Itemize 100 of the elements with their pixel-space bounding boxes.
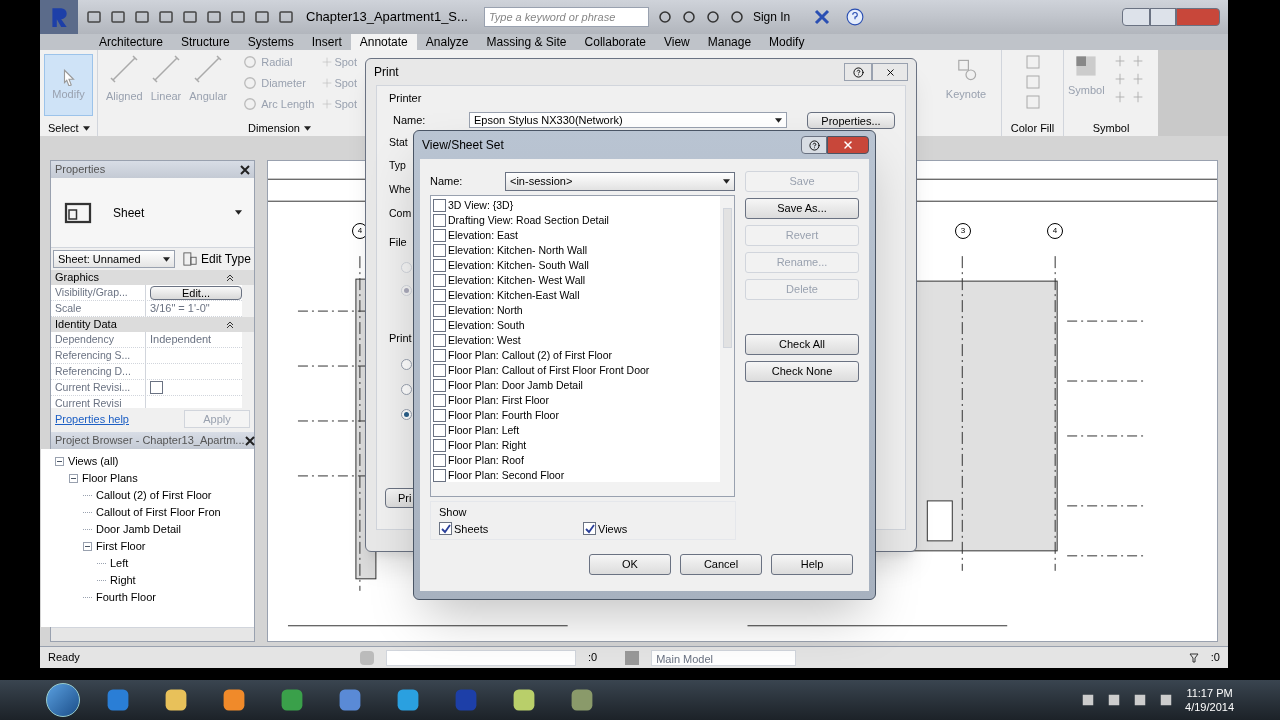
edit-button[interactable]: Edit... — [150, 285, 242, 300]
model-dropdown[interactable]: Main Model — [651, 649, 797, 666]
checkbox[interactable] — [433, 454, 446, 467]
list-item[interactable]: 3D View: {3D} — [448, 197, 514, 214]
tree-item[interactable]: Floor Plans — [82, 470, 138, 487]
list-item[interactable]: Drafting View: Road Section Detail — [448, 212, 609, 229]
checkbox[interactable] — [433, 409, 446, 422]
ribbon-tab[interactable]: Systems — [238, 34, 303, 50]
dialog-button[interactable]: Cancel — [680, 554, 762, 575]
toolbar-icon[interactable] — [110, 9, 126, 25]
ribbon-tab[interactable]: Insert — [302, 34, 351, 50]
toolbar-icon[interactable] — [656, 9, 673, 25]
radio-button[interactable] — [401, 383, 412, 395]
help-button[interactable] — [844, 63, 872, 81]
checkbox[interactable] — [150, 381, 163, 394]
tray-icon[interactable] — [1133, 693, 1148, 707]
list-item[interactable]: Floor Plan: Door Jamb Detail — [448, 377, 583, 394]
checkbox[interactable] — [433, 289, 446, 302]
toolbar-icon[interactable] — [728, 9, 745, 25]
list-item[interactable]: Floor Plan: First Floor — [448, 392, 549, 409]
list-item[interactable]: Floor Plan: Left — [448, 422, 520, 439]
panel-label[interactable]: Color Fill — [1002, 120, 1063, 136]
color-fill-icon[interactable] — [1024, 94, 1041, 110]
horizontal-scrollbar[interactable] — [431, 482, 734, 496]
tree-item[interactable]: Views (all) — [68, 453, 119, 470]
radio-button[interactable] — [401, 285, 412, 296]
list-item[interactable]: Elevation: North — [448, 302, 523, 319]
edit-type-button[interactable]: Edit Type — [183, 250, 251, 268]
minimize-button[interactable] — [1122, 8, 1150, 26]
ribbon-tab[interactable]: View — [654, 34, 699, 50]
close-icon[interactable] — [240, 164, 250, 175]
checkbox-label[interactable]: Sheets — [454, 520, 489, 537]
checkbox[interactable] — [433, 274, 446, 287]
checkbox[interactable] — [433, 304, 446, 317]
toolbar-icon[interactable] — [86, 9, 102, 25]
list-item[interactable]: Floor Plan: Second Floor — [448, 467, 565, 482]
close-icon[interactable] — [244, 435, 255, 446]
checkbox[interactable] — [433, 469, 446, 482]
dialog-button[interactable]: Help — [771, 554, 853, 575]
checkbox[interactable] — [433, 439, 446, 452]
ribbon-tab[interactable]: Architecture — [90, 34, 173, 50]
tree-item[interactable]: Right — [110, 572, 136, 589]
list-item[interactable]: Elevation: Kitchen- North Wall — [448, 242, 588, 259]
ribbon-tab[interactable]: Annotate — [350, 34, 417, 50]
radio-button[interactable] — [401, 358, 412, 370]
help-icon[interactable] — [846, 8, 865, 26]
tree-item[interactable]: Door Jamb Detail — [96, 521, 181, 538]
checkbox[interactable] — [433, 319, 446, 332]
checkbox[interactable] — [433, 334, 446, 347]
checkbox[interactable] — [433, 364, 446, 377]
caret-icon[interactable] — [235, 210, 242, 215]
tree-item[interactable]: First Floor — [96, 538, 146, 555]
checkbox[interactable] — [439, 522, 452, 536]
checkbox[interactable] — [433, 379, 446, 392]
tray-icon[interactable] — [1081, 693, 1096, 707]
panel-label[interactable]: Select — [48, 119, 79, 137]
properties-help-link[interactable]: Properties help — [55, 410, 129, 428]
dialog-button[interactable]: Check None — [745, 361, 859, 382]
sign-in-link[interactable]: Sign In — [752, 8, 791, 26]
caret-icon[interactable] — [775, 117, 782, 123]
close-button[interactable] — [827, 136, 869, 154]
list-item[interactable]: Floor Plan: Callout of First Floor Front Door — [448, 362, 650, 379]
color-fill-icon[interactable] — [1024, 54, 1041, 70]
dialog-button[interactable]: Save As... — [745, 198, 859, 219]
horizontal-scrollbar[interactable] — [51, 627, 254, 641]
color-fill-icon[interactable] — [1024, 74, 1041, 90]
tree-item[interactable]: Callout (2) of First Floor — [96, 487, 212, 504]
search-field[interactable]: Type a keyword or phrase — [483, 7, 649, 27]
list-item[interactable]: Elevation: Kitchen- West Wall — [448, 272, 586, 289]
toolbar-icon[interactable] — [680, 9, 697, 25]
ribbon-tab[interactable]: Collaborate — [575, 34, 655, 50]
panel-label[interactable]: Dimension — [248, 119, 300, 137]
checkbox[interactable] — [433, 199, 446, 212]
filter-icon[interactable] — [1188, 652, 1199, 663]
expander-icon[interactable] — [69, 474, 78, 483]
tray-icon[interactable] — [1159, 693, 1174, 707]
list-item[interactable]: Elevation: East — [448, 227, 519, 244]
dialog-button[interactable]: OK — [589, 554, 671, 575]
caret-icon[interactable] — [303, 125, 311, 131]
vertical-scrollbar[interactable] — [720, 196, 734, 482]
checkbox[interactable] — [583, 522, 596, 536]
radio-button[interactable] — [401, 408, 412, 420]
collapse-icon[interactable] — [226, 320, 234, 329]
list-item[interactable]: Floor Plan: Roof — [448, 452, 524, 469]
list-item[interactable]: Elevation: Kitchen- South Wall — [448, 257, 589, 274]
maximize-button[interactable] — [1150, 8, 1176, 26]
help-button[interactable] — [801, 136, 827, 154]
toolbar-icon[interactable] — [134, 9, 150, 25]
tray-icon[interactable] — [1107, 693, 1122, 707]
ribbon-tab[interactable]: Manage — [698, 34, 761, 50]
tree-item[interactable]: Fourth Floor — [96, 589, 156, 606]
checkbox[interactable] — [433, 349, 446, 362]
ribbon-tab[interactable]: Structure — [172, 34, 239, 50]
expander-icon[interactable] — [55, 457, 64, 466]
list-item[interactable]: Floor Plan: Right — [448, 437, 527, 454]
tree-item[interactable]: Left — [110, 555, 129, 572]
caret-icon[interactable] — [723, 178, 730, 184]
dialog-button[interactable]: Check All — [745, 334, 859, 355]
clock-date[interactable]: 4/19/2014 — [1185, 700, 1234, 714]
clock-time[interactable]: 11:17 PM — [1186, 686, 1233, 700]
